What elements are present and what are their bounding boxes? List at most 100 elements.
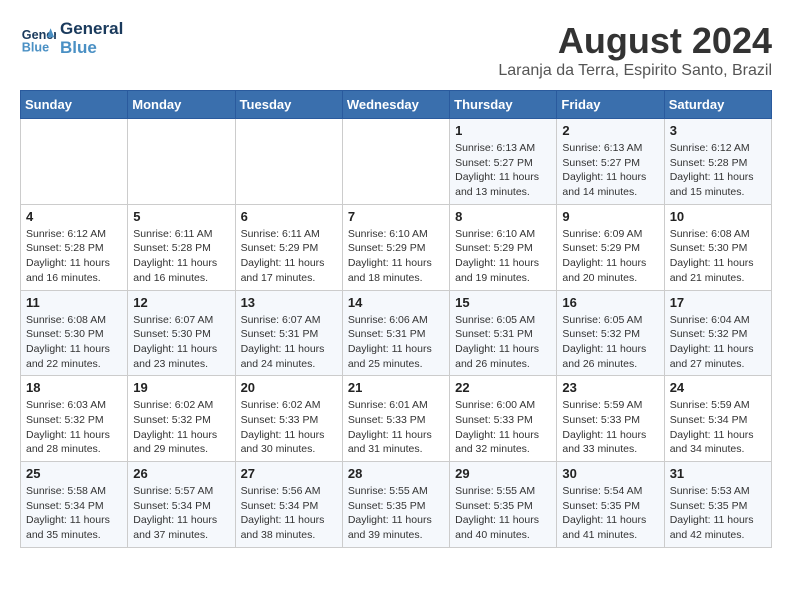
day-number: 23 [562, 380, 658, 395]
calendar-cell: 1 Sunrise: 6:13 AM Sunset: 5:27 PM Daylig… [450, 119, 557, 205]
day-number: 29 [455, 466, 551, 481]
calendar-cell [21, 119, 128, 205]
calendar-cell: 27 Sunrise: 5:56 AM Sunset: 5:34 PM Dayli… [235, 462, 342, 548]
day-info: Sunrise: 6:01 AM Sunset: 5:33 PM Dayligh… [348, 398, 444, 457]
calendar-week-row: 1 Sunrise: 6:13 AM Sunset: 5:27 PM Daylig… [21, 119, 772, 205]
calendar-cell: 15Sunrise: 6:05 AM Sunset: 5:31 PM Dayli… [450, 290, 557, 376]
calendar-cell: 29 Sunrise: 5:55 AM Sunset: 5:35 PM Dayli… [450, 462, 557, 548]
logo: General Blue General Blue [20, 20, 123, 57]
day-info: Sunrise: 6:13 AM Sunset: 5:27 PM Dayligh… [455, 141, 551, 200]
calendar-cell: 20 Sunrise: 6:02 AM Sunset: 5:33 PM Dayli… [235, 376, 342, 462]
calendar-cell: 13Sunrise: 6:07 AM Sunset: 5:31 PM Dayli… [235, 290, 342, 376]
day-info: Sunrise: 6:03 AM Sunset: 5:32 PM Dayligh… [26, 398, 122, 457]
calendar-cell: 17Sunrise: 6:04 AM Sunset: 5:32 PM Dayli… [664, 290, 771, 376]
calendar-cell: 11 Sunrise: 6:08 AM Sunset: 5:30 PM Dayli… [21, 290, 128, 376]
calendar-cell [342, 119, 449, 205]
day-number: 18 [26, 380, 122, 395]
day-info: Sunrise: 6:07 AM Sunset: 5:31 PM Dayligh… [241, 313, 337, 372]
day-number: 1 [455, 123, 551, 138]
day-number: 16 [562, 295, 658, 310]
day-number: 6 [241, 209, 337, 224]
day-number: 21 [348, 380, 444, 395]
day-info: Sunrise: 6:11 AM Sunset: 5:29 PM Dayligh… [241, 227, 337, 286]
calendar-cell: 28Sunrise: 5:55 AM Sunset: 5:35 PM Dayli… [342, 462, 449, 548]
calendar-cell: 4Sunrise: 6:12 AM Sunset: 5:28 PM Daylig… [21, 204, 128, 290]
weekday-header-monday: Monday [128, 91, 235, 119]
weekday-header-wednesday: Wednesday [342, 91, 449, 119]
day-number: 2 [562, 123, 658, 138]
day-info: Sunrise: 6:09 AM Sunset: 5:29 PM Dayligh… [562, 227, 658, 286]
day-number: 20 [241, 380, 337, 395]
logo-blue: Blue [60, 39, 123, 58]
day-number: 31 [670, 466, 766, 481]
day-info: Sunrise: 5:56 AM Sunset: 5:34 PM Dayligh… [241, 484, 337, 543]
day-info: Sunrise: 6:02 AM Sunset: 5:33 PM Dayligh… [241, 398, 337, 457]
day-number: 24 [670, 380, 766, 395]
day-info: Sunrise: 6:10 AM Sunset: 5:29 PM Dayligh… [348, 227, 444, 286]
day-info: Sunrise: 5:55 AM Sunset: 5:35 PM Dayligh… [455, 484, 551, 543]
day-number: 11 [26, 295, 122, 310]
logo-icon: General Blue [20, 21, 56, 57]
day-info: Sunrise: 6:05 AM Sunset: 5:32 PM Dayligh… [562, 313, 658, 372]
calendar-week-row: 11 Sunrise: 6:08 AM Sunset: 5:30 PM Dayli… [21, 290, 772, 376]
day-info: Sunrise: 6:11 AM Sunset: 5:28 PM Dayligh… [133, 227, 229, 286]
day-info: Sunrise: 6:08 AM Sunset: 5:30 PM Dayligh… [26, 313, 122, 372]
calendar-cell: 12 Sunrise: 6:07 AM Sunset: 5:30 PM Dayli… [128, 290, 235, 376]
day-info: Sunrise: 6:00 AM Sunset: 5:33 PM Dayligh… [455, 398, 551, 457]
day-number: 14 [348, 295, 444, 310]
day-info: Sunrise: 6:10 AM Sunset: 5:29 PM Dayligh… [455, 227, 551, 286]
calendar-cell: 25 Sunrise: 5:58 AM Sunset: 5:34 PM Dayli… [21, 462, 128, 548]
calendar-cell: 3 Sunrise: 6:12 AM Sunset: 5:28 PM Daylig… [664, 119, 771, 205]
calendar-cell: 2 Sunrise: 6:13 AM Sunset: 5:27 PM Daylig… [557, 119, 664, 205]
calendar-week-row: 18 Sunrise: 6:03 AM Sunset: 5:32 PM Dayli… [21, 376, 772, 462]
weekday-header-tuesday: Tuesday [235, 91, 342, 119]
calendar-cell [235, 119, 342, 205]
page-header: General Blue General Blue August 2024 La… [20, 20, 772, 80]
calendar-cell: 31Sunrise: 5:53 AM Sunset: 5:35 PM Dayli… [664, 462, 771, 548]
day-info: Sunrise: 6:12 AM Sunset: 5:28 PM Dayligh… [26, 227, 122, 286]
calendar-week-row: 25 Sunrise: 5:58 AM Sunset: 5:34 PM Dayli… [21, 462, 772, 548]
weekday-header-sunday: Sunday [21, 91, 128, 119]
day-number: 9 [562, 209, 658, 224]
calendar-body: 1 Sunrise: 6:13 AM Sunset: 5:27 PM Daylig… [21, 119, 772, 548]
day-info: Sunrise: 5:55 AM Sunset: 5:35 PM Dayligh… [348, 484, 444, 543]
day-number: 10 [670, 209, 766, 224]
day-number: 27 [241, 466, 337, 481]
day-info: Sunrise: 5:59 AM Sunset: 5:33 PM Dayligh… [562, 398, 658, 457]
day-info: Sunrise: 6:05 AM Sunset: 5:31 PM Dayligh… [455, 313, 551, 372]
calendar-cell: 21 Sunrise: 6:01 AM Sunset: 5:33 PM Dayli… [342, 376, 449, 462]
day-number: 3 [670, 123, 766, 138]
day-number: 8 [455, 209, 551, 224]
calendar-cell: 7Sunrise: 6:10 AM Sunset: 5:29 PM Daylig… [342, 204, 449, 290]
weekday-header-thursday: Thursday [450, 91, 557, 119]
calendar-header: SundayMondayTuesdayWednesdayThursdayFrid… [21, 91, 772, 119]
day-info: Sunrise: 6:02 AM Sunset: 5:32 PM Dayligh… [133, 398, 229, 457]
calendar-cell: 23 Sunrise: 5:59 AM Sunset: 5:33 PM Dayli… [557, 376, 664, 462]
day-number: 22 [455, 380, 551, 395]
day-number: 17 [670, 295, 766, 310]
calendar-cell [128, 119, 235, 205]
day-info: Sunrise: 5:59 AM Sunset: 5:34 PM Dayligh… [670, 398, 766, 457]
calendar-cell: 5 Sunrise: 6:11 AM Sunset: 5:28 PM Daylig… [128, 204, 235, 290]
title-section: August 2024 Laranja da Terra, Espirito S… [498, 20, 772, 80]
day-info: Sunrise: 6:08 AM Sunset: 5:30 PM Dayligh… [670, 227, 766, 286]
day-info: Sunrise: 6:12 AM Sunset: 5:28 PM Dayligh… [670, 141, 766, 200]
day-number: 12 [133, 295, 229, 310]
weekday-header-friday: Friday [557, 91, 664, 119]
day-info: Sunrise: 6:13 AM Sunset: 5:27 PM Dayligh… [562, 141, 658, 200]
calendar-cell: 10 Sunrise: 6:08 AM Sunset: 5:30 PM Dayli… [664, 204, 771, 290]
calendar-cell: 19 Sunrise: 6:02 AM Sunset: 5:32 PM Dayli… [128, 376, 235, 462]
day-number: 25 [26, 466, 122, 481]
calendar-cell: 26Sunrise: 5:57 AM Sunset: 5:34 PM Dayli… [128, 462, 235, 548]
day-info: Sunrise: 5:54 AM Sunset: 5:35 PM Dayligh… [562, 484, 658, 543]
day-info: Sunrise: 6:07 AM Sunset: 5:30 PM Dayligh… [133, 313, 229, 372]
calendar-cell: 6 Sunrise: 6:11 AM Sunset: 5:29 PM Daylig… [235, 204, 342, 290]
day-number: 19 [133, 380, 229, 395]
day-info: Sunrise: 5:58 AM Sunset: 5:34 PM Dayligh… [26, 484, 122, 543]
calendar-cell: 14Sunrise: 6:06 AM Sunset: 5:31 PM Dayli… [342, 290, 449, 376]
calendar-cell: 18 Sunrise: 6:03 AM Sunset: 5:32 PM Dayli… [21, 376, 128, 462]
calendar-cell: 8 Sunrise: 6:10 AM Sunset: 5:29 PM Daylig… [450, 204, 557, 290]
day-number: 5 [133, 209, 229, 224]
calendar-cell: 24 Sunrise: 5:59 AM Sunset: 5:34 PM Dayli… [664, 376, 771, 462]
location-subtitle: Laranja da Terra, Espirito Santo, Brazil [498, 62, 772, 80]
